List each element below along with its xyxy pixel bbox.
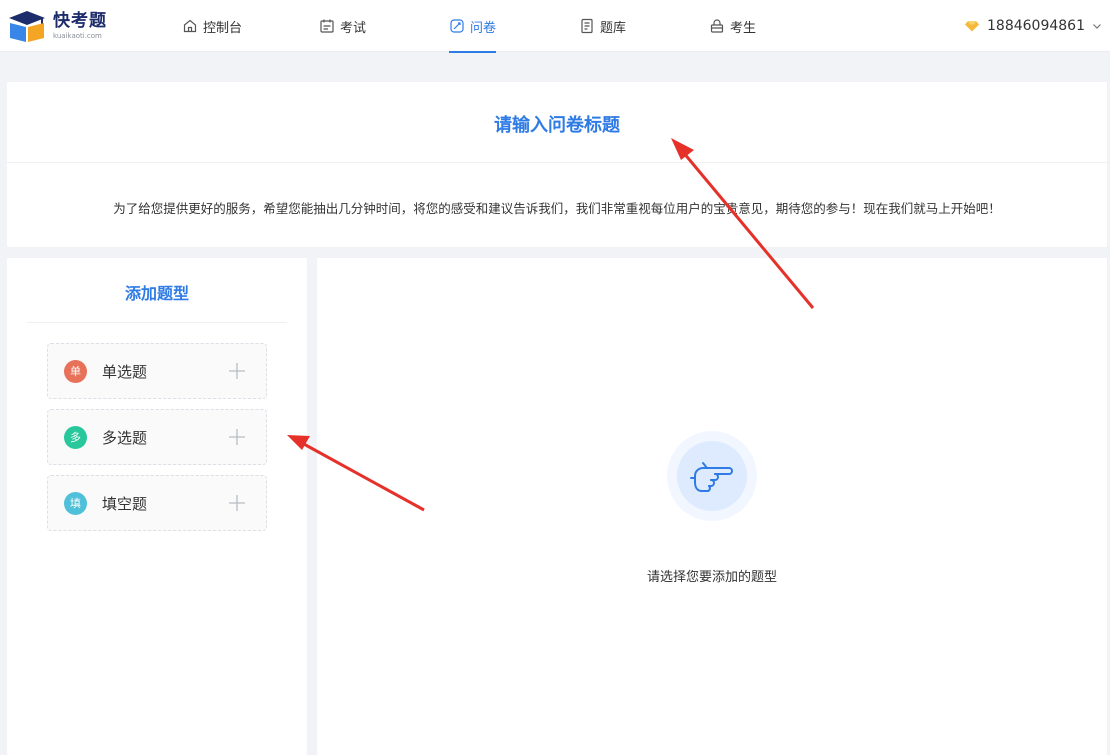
nav-item-exam[interactable]: 考试	[319, 0, 366, 52]
question-type-multiple-choice[interactable]: 多 多选题	[47, 409, 267, 465]
empty-state-text: 请选择您要添加的题型	[646, 570, 777, 585]
lock-icon	[710, 19, 724, 33]
plus-icon[interactable]	[228, 494, 246, 512]
home-icon	[183, 19, 197, 33]
top-nav-bar: 快考题 kuaikaoti.com 控制台 考试 问卷 题库 考生 188460…	[0, 0, 1110, 53]
fill-blank-badge: 填	[64, 491, 87, 515]
empty-state-icon	[667, 431, 757, 521]
user-menu[interactable]: 18846094861	[965, 0, 1103, 52]
nav-item-candidates[interactable]: 考生	[709, 0, 756, 52]
divider	[27, 322, 287, 323]
logo[interactable]: 快考题 kuaikaoti.com	[7, 9, 107, 43]
nav-label: 考生	[730, 20, 757, 36]
divider	[7, 162, 1107, 163]
question-type-label: 单选题	[102, 362, 148, 381]
question-type-fill-blank[interactable]: 填 填空题	[47, 475, 267, 531]
survey-header-card: 请输入问卷标题 为了给您提供更好的服务，希望您能抽出几分钟时间，将您的感受和建议…	[7, 82, 1107, 247]
question-type-label: 填空题	[102, 494, 148, 513]
brand-name: 快考题	[53, 10, 107, 31]
nav-item-questionnaire[interactable]: 问卷	[449, 0, 497, 53]
nav-label: 考试	[340, 20, 367, 36]
brand-domain: kuaikaoti.com	[53, 31, 102, 40]
nav-label: 问卷	[470, 20, 497, 36]
plus-icon[interactable]	[228, 362, 246, 380]
nav-item-dashboard[interactable]: 控制台	[182, 0, 242, 52]
survey-title-input[interactable]: 请输入问卷标题	[7, 111, 1107, 137]
panel-title: 添加题型	[124, 284, 189, 303]
question-editor-panel: 请选择您要添加的题型	[317, 258, 1107, 755]
question-type-single-choice[interactable]: 单 单选题	[47, 343, 267, 399]
calendar-icon	[320, 19, 334, 33]
questionnaire-icon	[450, 19, 464, 33]
single-choice-badge: 单	[64, 359, 87, 383]
nav-item-question-bank[interactable]: 题库	[579, 0, 626, 52]
pointing-hand-icon	[690, 462, 733, 492]
question-bank-icon	[581, 18, 593, 34]
plus-icon[interactable]	[228, 428, 246, 446]
chevron-down-icon	[1093, 24, 1101, 29]
survey-description[interactable]: 为了给您提供更好的服务，希望您能抽出几分钟时间，将您的感受和建议告诉我们，我们非…	[7, 198, 1107, 217]
question-type-label: 多选题	[102, 428, 148, 447]
logo-icon	[9, 11, 45, 42]
nav-label: 控制台	[203, 20, 243, 36]
user-phone: 18846094861	[987, 18, 1085, 34]
add-question-type-panel: 添加题型 单 单选题 多 多选题 填 填空题	[7, 258, 307, 755]
multiple-choice-badge: 多	[64, 425, 87, 449]
nav-label: 题库	[600, 20, 627, 36]
diamond-icon	[965, 21, 980, 32]
